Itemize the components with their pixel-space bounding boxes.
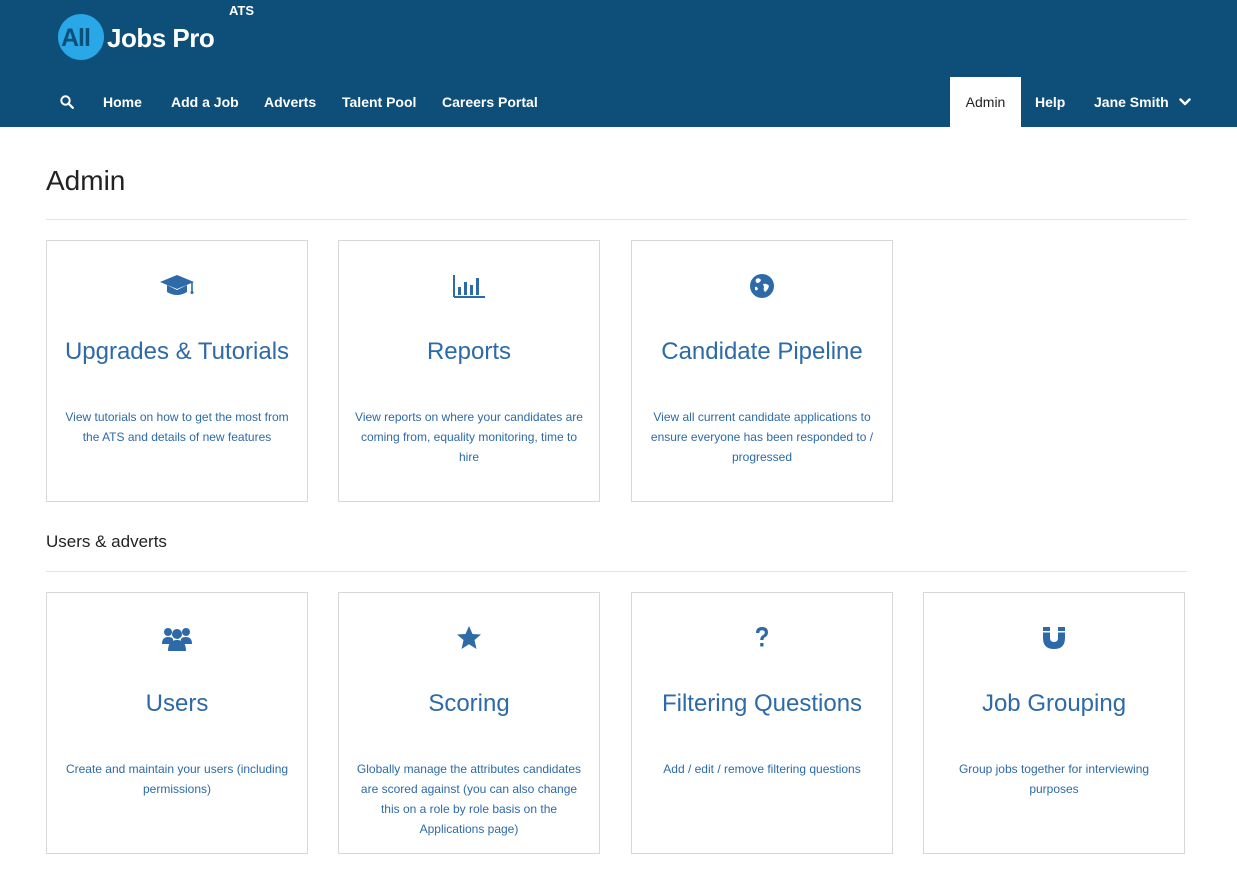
card-title: Reports xyxy=(426,338,512,365)
divider xyxy=(46,571,1187,572)
card-filtering-questions[interactable]: Filtering Questions Add / edit / remove … xyxy=(631,592,893,854)
card-description: Group jobs together for interviewing pur… xyxy=(958,762,1150,796)
card-candidate-pipeline[interactable]: Candidate Pipeline View all current cand… xyxy=(631,240,893,502)
bar-chart-icon xyxy=(339,271,599,301)
logo-all-text: All xyxy=(61,24,91,52)
globe-icon xyxy=(632,271,892,301)
question-icon xyxy=(632,623,892,653)
nav-careers-portal[interactable]: Careers Portal xyxy=(442,77,538,127)
card-users[interactable]: Users Create and maintain your users (in… xyxy=(46,592,308,854)
card-description: View all current candidate applications … xyxy=(650,410,874,464)
nav-admin[interactable]: Admin xyxy=(950,77,1021,127)
star-icon xyxy=(339,623,599,653)
card-title: Scoring xyxy=(428,690,510,717)
top-header: All Jobs Pro ATS Home Add a Job Adverts … xyxy=(0,0,1237,127)
nav-help[interactable]: Help xyxy=(1035,77,1065,127)
card-title: Job Grouping xyxy=(981,690,1127,717)
divider xyxy=(46,219,1187,220)
section-title: Users & adverts xyxy=(46,532,167,551)
page-title: Admin xyxy=(46,165,126,196)
graduation-cap-icon xyxy=(47,271,307,301)
card-job-grouping[interactable]: Job Grouping Group jobs together for int… xyxy=(923,592,1185,854)
user-name: Jane Smith xyxy=(1094,94,1169,110)
logo-name-text: Jobs Pro xyxy=(107,23,215,53)
card-title: Upgrades & Tutorials xyxy=(64,338,290,365)
nav-add-a-job[interactable]: Add a Job xyxy=(171,77,239,127)
card-description: Globally manage the attributes candidate… xyxy=(356,762,582,836)
magnet-icon xyxy=(924,623,1184,653)
user-menu[interactable]: Jane Smith xyxy=(1094,77,1191,127)
nav-adverts[interactable]: Adverts xyxy=(264,77,316,127)
card-upgrades-tutorials[interactable]: Upgrades & Tutorials View tutorials on h… xyxy=(46,240,308,502)
card-description: Create and maintain your users (includin… xyxy=(65,762,289,796)
card-title: Candidate Pipeline xyxy=(661,338,863,365)
card-scoring[interactable]: Scoring Globally manage the attributes c… xyxy=(338,592,600,854)
users-icon xyxy=(47,623,307,653)
nav-home[interactable]: Home xyxy=(103,77,142,127)
search-button[interactable] xyxy=(56,77,78,127)
chevron-down-icon xyxy=(1178,98,1191,105)
main-nav: Home Add a Job Adverts Talent Pool Caree… xyxy=(0,77,1237,127)
card-title: Filtering Questions xyxy=(661,690,863,717)
card-description: View tutorials on how to get the most fr… xyxy=(65,410,289,444)
card-description: Add / edit / remove filtering questions xyxy=(663,762,861,776)
card-reports[interactable]: Reports View reports on where your candi… xyxy=(338,240,600,502)
logo-tag: ATS xyxy=(229,3,255,18)
card-description: View reports on where your candidates ar… xyxy=(355,410,583,464)
card-title: Users xyxy=(145,690,209,717)
search-icon xyxy=(60,95,74,109)
nav-talent-pool[interactable]: Talent Pool xyxy=(342,77,416,127)
